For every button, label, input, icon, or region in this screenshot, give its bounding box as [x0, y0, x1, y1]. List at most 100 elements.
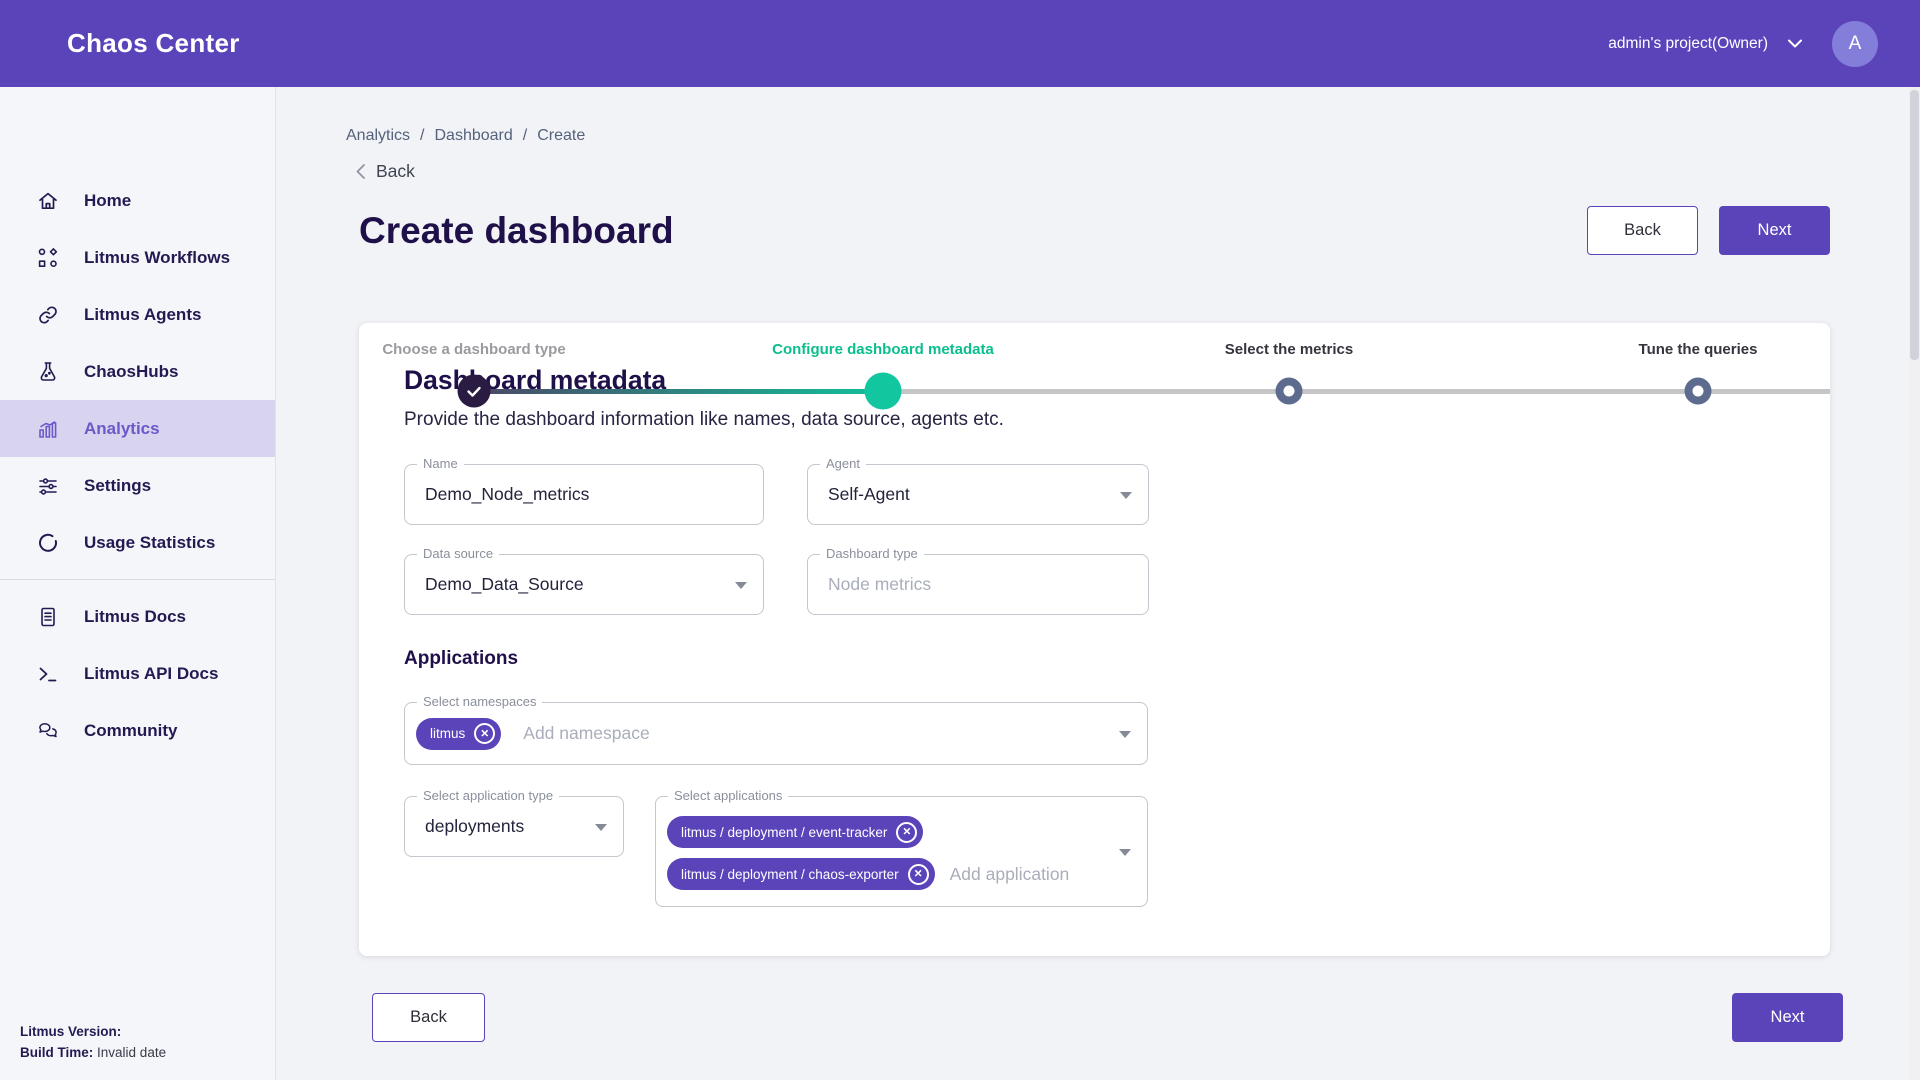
- name-field-label: Name: [417, 456, 464, 471]
- applications-section-title: Applications: [404, 648, 1785, 670]
- version-info: Litmus Version: Build Time: Invalid date: [20, 1021, 166, 1064]
- stepper-connector-active: [474, 389, 883, 394]
- litmus-version-label: Litmus Version:: [20, 1024, 121, 1039]
- breadcrumb: Analytics / Dashboard / Create: [346, 127, 1830, 145]
- application-type-select[interactable]: Select application type deployments: [404, 796, 624, 857]
- breadcrumb-analytics[interactable]: Analytics: [346, 127, 410, 145]
- top-actions: Back Next: [1587, 206, 1830, 255]
- dashboard-type-field[interactable]: Dashboard type Node metrics: [807, 554, 1149, 615]
- sidebar-item-label: Litmus Docs: [84, 607, 186, 627]
- agent-field-value: Self-Agent: [828, 484, 910, 505]
- next-button-top[interactable]: Next: [1719, 206, 1830, 255]
- next-button-bottom[interactable]: Next: [1732, 993, 1843, 1042]
- application-chip-row: litmus / deployment / chaos-exporter ✕ A…: [667, 858, 1107, 890]
- step-label-select-metrics: Select the metrics: [1225, 341, 1353, 358]
- application-chip-label: litmus / deployment / event-tracker: [681, 825, 887, 840]
- chevron-down-icon: [1788, 39, 1802, 48]
- page-title: Create dashboard: [359, 210, 674, 252]
- sidebar-item-analytics[interactable]: Analytics: [0, 400, 275, 457]
- community-chat-icon: [36, 719, 60, 743]
- application-chip-event-tracker: litmus / deployment / event-tracker ✕: [667, 816, 923, 848]
- breadcrumb-create[interactable]: Create: [537, 127, 585, 145]
- sidebar-item-litmus-workflows[interactable]: Litmus Workflows: [0, 229, 275, 286]
- card-title: Dashboard metadata: [404, 323, 1785, 396]
- applications-field-label: Select applications: [668, 788, 788, 803]
- sidebar-item-settings[interactable]: Settings: [0, 457, 275, 514]
- app-title: Chaos Center: [67, 28, 240, 59]
- sidebar-item-usage-statistics[interactable]: Usage Statistics: [0, 514, 275, 571]
- usage-statistics-icon: [36, 531, 60, 555]
- scrollbar-thumb[interactable]: [1910, 90, 1919, 360]
- namespace-chip: litmus ✕: [416, 718, 501, 750]
- sidebar-item-label: ChaosHubs: [84, 362, 178, 382]
- sidebar-item-label: Litmus Agents: [84, 305, 201, 325]
- agents-link-icon: [36, 303, 60, 327]
- build-time-label: Build Time:: [20, 1045, 93, 1060]
- sidebar-item-chaoshubs[interactable]: ChaosHubs: [0, 343, 275, 400]
- namespace-placeholder: Add namespace: [523, 723, 649, 744]
- avatar[interactable]: A: [1832, 21, 1878, 67]
- bottom-actions: Back Next: [372, 993, 1843, 1042]
- sidebar-item-label: Community: [84, 721, 178, 741]
- breadcrumb-separator: /: [420, 127, 424, 145]
- data-source-field-value: Demo_Data_Source: [425, 574, 584, 595]
- sidebar-item-litmus-agents[interactable]: Litmus Agents: [0, 286, 275, 343]
- agent-field-label: Agent: [820, 456, 866, 471]
- sidebar-item-community[interactable]: Community: [0, 702, 275, 759]
- data-source-select[interactable]: Data source Demo_Data_Source: [404, 554, 764, 615]
- stepper-card-wrap: Choose a dashboard type Configure dashbo…: [359, 323, 1830, 1042]
- sidebar-item-label: Home: [84, 191, 131, 211]
- check-icon: [467, 385, 482, 397]
- application-chip-row: litmus / deployment / event-tracker ✕: [667, 816, 1107, 848]
- back-button-top[interactable]: Back: [1587, 206, 1698, 255]
- step-label-tune-queries: Tune the queries: [1639, 341, 1758, 358]
- step-dot-tune-queries: [1685, 378, 1712, 405]
- sidebar-item-home[interactable]: Home: [0, 172, 275, 229]
- sidebar-item-litmus-api-docs[interactable]: Litmus API Docs: [0, 645, 275, 702]
- step-dot-completed: [458, 375, 491, 408]
- select-namespaces-field[interactable]: Select namespaces litmus ✕ Add namespace: [404, 702, 1148, 765]
- chip-remove-icon[interactable]: ✕: [474, 723, 495, 744]
- sidebar-item-label: Litmus API Docs: [84, 664, 218, 684]
- chip-remove-icon[interactable]: ✕: [896, 822, 917, 843]
- terminal-icon: [36, 662, 60, 686]
- home-icon: [36, 189, 60, 213]
- header-right: admin's project(Owner) A: [1608, 21, 1878, 67]
- scrollbar-track: [1909, 87, 1920, 1080]
- application-chip-chaos-exporter: litmus / deployment / chaos-exporter ✕: [667, 858, 935, 890]
- back-button-bottom[interactable]: Back: [372, 993, 485, 1042]
- data-source-field-label: Data source: [417, 546, 499, 561]
- breadcrumb-dashboard[interactable]: Dashboard: [434, 127, 512, 145]
- name-field[interactable]: Name Demo_Node_metrics: [404, 464, 764, 525]
- settings-sliders-icon: [36, 474, 60, 498]
- dropdown-caret-icon: [1119, 731, 1131, 738]
- dashboard-type-placeholder: Node metrics: [828, 574, 931, 595]
- main-content: Analytics / Dashboard / Create Back Crea…: [276, 87, 1920, 1080]
- build-time-value: Invalid date: [97, 1045, 166, 1060]
- document-icon: [36, 605, 60, 629]
- back-link[interactable]: Back: [356, 161, 1830, 182]
- step-dot-active: [865, 373, 902, 410]
- sidebar-nav: Home Litmus Workflows Litmus Agents Chao…: [0, 172, 275, 759]
- dropdown-caret-icon: [595, 824, 607, 831]
- flask-icon: [36, 360, 60, 384]
- application-chip-label: litmus / deployment / chaos-exporter: [681, 867, 899, 882]
- chevron-left-icon: [356, 164, 365, 179]
- step-dot-select-metrics: [1276, 378, 1303, 405]
- breadcrumb-separator: /: [523, 127, 527, 145]
- application-placeholder: Add application: [950, 864, 1070, 885]
- sidebar-item-label: Analytics: [84, 419, 160, 439]
- sidebar: Home Litmus Workflows Litmus Agents Chao…: [0, 87, 276, 1080]
- chip-remove-icon[interactable]: ✕: [908, 864, 929, 885]
- dropdown-caret-icon: [1119, 849, 1131, 856]
- name-field-value: Demo_Node_metrics: [425, 484, 589, 505]
- workflows-icon: [36, 246, 60, 270]
- namespaces-field-label: Select namespaces: [417, 694, 542, 709]
- select-applications-field[interactable]: Select applications litmus / deployment …: [655, 796, 1148, 907]
- sidebar-item-label: Settings: [84, 476, 151, 496]
- agent-select[interactable]: Agent Self-Agent: [807, 464, 1149, 525]
- sidebar-item-litmus-docs[interactable]: Litmus Docs: [0, 588, 275, 645]
- top-header: Chaos Center admin's project(Owner) A: [0, 0, 1920, 87]
- project-selector[interactable]: admin's project(Owner): [1608, 35, 1802, 53]
- back-link-label: Back: [376, 161, 415, 182]
